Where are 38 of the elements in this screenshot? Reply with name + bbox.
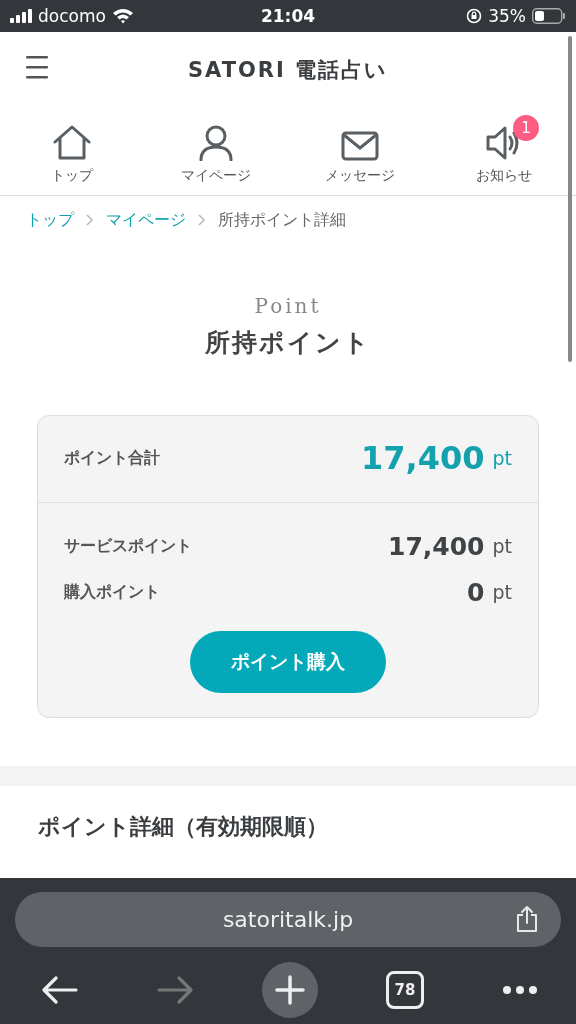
nav-item[interactable]: マイページ bbox=[144, 108, 288, 195]
nav-item[interactable]: トップ bbox=[0, 108, 144, 195]
back-icon[interactable] bbox=[42, 975, 78, 1005]
point-label: サービスポイント bbox=[64, 535, 193, 557]
address-bar[interactable]: satoritalk.jp bbox=[15, 892, 561, 947]
battery-percent: 35% bbox=[488, 6, 526, 26]
page-eyebrow: Point bbox=[254, 294, 322, 318]
nav-item[interactable]: 1 お知らせ bbox=[432, 108, 576, 195]
nav-item[interactable]: メッセージ bbox=[288, 108, 432, 195]
menu-icon[interactable] bbox=[26, 54, 48, 80]
breadcrumb-current: 所持ポイント詳細 bbox=[218, 209, 346, 231]
total-value: 17,400 bbox=[361, 439, 485, 477]
point-value: 17,400 bbox=[388, 531, 485, 561]
chevron-icon bbox=[198, 214, 206, 226]
section-heading: ポイント詳細（有効期限順） bbox=[38, 813, 329, 841]
person-icon bbox=[199, 125, 233, 161]
home-icon bbox=[52, 125, 92, 161]
wifi-icon bbox=[111, 8, 134, 24]
unit-label: pt bbox=[492, 535, 512, 557]
carrier-name: docomo bbox=[38, 6, 106, 26]
new-tab-button[interactable] bbox=[262, 962, 318, 1018]
notification-badge: 1 bbox=[513, 115, 539, 141]
mail-icon bbox=[341, 131, 379, 161]
site-logo[interactable]: SATORI 電話占い bbox=[187, 56, 389, 84]
total-label: ポイント合計 bbox=[64, 447, 161, 469]
battery-icon bbox=[532, 8, 566, 24]
share-icon[interactable] bbox=[515, 905, 539, 933]
unit-label: pt bbox=[492, 581, 512, 603]
tab-count-button[interactable]: 78 bbox=[386, 971, 424, 1009]
point-label: 購入ポイント bbox=[64, 581, 161, 603]
point-value: 0 bbox=[467, 577, 485, 607]
more-icon[interactable] bbox=[502, 985, 538, 995]
clock-time: 21:04 bbox=[260, 6, 316, 26]
chevron-icon bbox=[86, 214, 94, 226]
rotation-lock-icon bbox=[466, 8, 483, 24]
signal-icon bbox=[10, 9, 32, 23]
unit-label: pt bbox=[492, 447, 512, 469]
page-title: 所持ポイント bbox=[205, 327, 371, 359]
